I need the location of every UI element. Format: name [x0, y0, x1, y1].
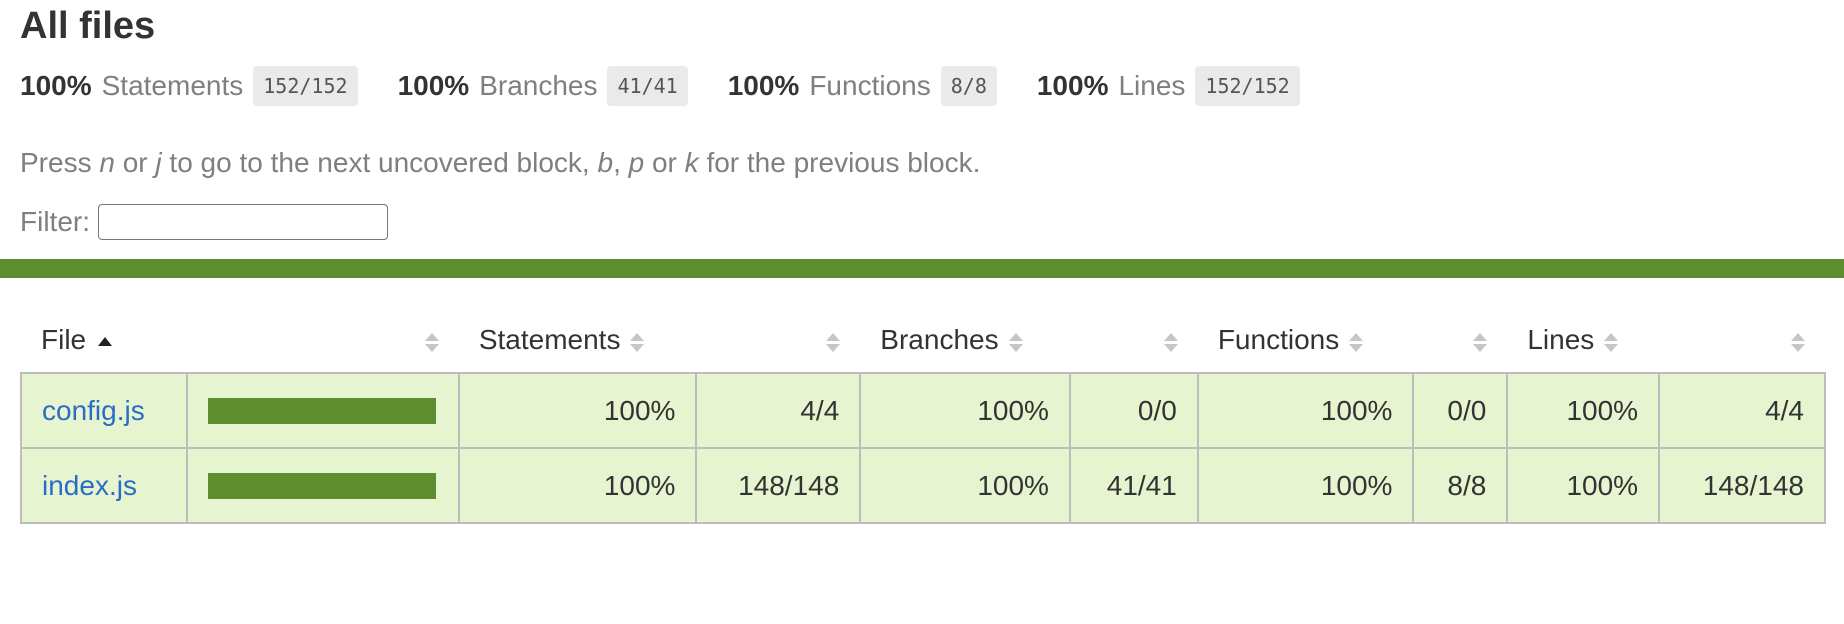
sort-icon	[1163, 331, 1178, 353]
coverage-table: File Statements Branches Functions Lines…	[20, 308, 1826, 524]
col-header-lines-raw[interactable]	[1659, 308, 1825, 373]
filter-row: Filter:	[20, 204, 1824, 240]
lines-pct: 100%	[1506, 372, 1661, 449]
sort-ascending-icon	[98, 337, 113, 347]
summary-statements-fraction: 152/152	[253, 66, 358, 106]
hint-key-n: n	[99, 147, 115, 178]
summary-statements-label: Statements	[101, 70, 244, 101]
summary-statements: 100% Statements 152/152	[20, 66, 358, 106]
sort-icon	[1349, 331, 1364, 353]
hint-text: for the previous block.	[698, 147, 981, 178]
statements-pct: 100%	[457, 447, 698, 524]
sort-icon	[1791, 331, 1805, 353]
branches-fraction: 41/41	[1068, 447, 1199, 524]
file-cell: config.js	[20, 372, 188, 449]
coverage-bar-cell	[185, 447, 460, 524]
keyboard-hint: Press n or j to go to the next uncovered…	[20, 146, 1824, 180]
summary-lines-fraction: 152/152	[1195, 66, 1300, 106]
statements-fraction: 148/148	[695, 447, 862, 524]
col-header-statements-raw[interactable]	[696, 308, 860, 373]
coverage-bar-fill	[207, 397, 436, 424]
sort-icon	[1604, 331, 1619, 353]
filter-input[interactable]	[98, 204, 388, 240]
file-link[interactable]: index.js	[42, 470, 137, 501]
coverage-status-bar	[0, 259, 1844, 278]
filter-label: Filter:	[20, 206, 90, 237]
branches-fraction: 0/0	[1068, 372, 1199, 449]
summary-statements-pct: 100%	[20, 70, 92, 101]
lines-fraction: 148/148	[1658, 447, 1826, 524]
col-header-branches[interactable]: Branches	[860, 308, 1070, 373]
col-header-lines[interactable]: Lines	[1507, 308, 1659, 373]
sort-icon	[424, 331, 439, 353]
col-header-branches-label: Branches	[880, 324, 999, 355]
hint-text: or	[644, 147, 685, 178]
summary-functions: 100% Functions 8/8	[728, 66, 997, 106]
col-header-functions-label: Functions	[1217, 324, 1340, 355]
summary-lines: 100% Lines 152/152	[1037, 66, 1300, 106]
summary-functions-label: Functions	[809, 70, 931, 101]
col-header-branches-raw[interactable]	[1070, 308, 1198, 373]
functions-fraction: 0/0	[1412, 372, 1509, 449]
sort-icon	[630, 331, 645, 353]
page-title: All files	[20, 5, 156, 47]
col-header-file-bar[interactable]	[187, 308, 459, 373]
hint-text: or	[114, 147, 156, 178]
col-header-functions-raw[interactable]	[1413, 308, 1507, 373]
functions-pct: 100%	[1196, 447, 1415, 524]
file-cell: index.js	[20, 447, 188, 524]
col-header-statements-label: Statements	[478, 324, 621, 355]
sort-icon	[1473, 331, 1488, 353]
summary-branches-fraction: 41/41	[607, 66, 688, 106]
summary-branches: 100% Branches 41/41	[398, 66, 688, 106]
functions-fraction: 8/8	[1412, 447, 1509, 524]
summary-functions-pct: 100%	[727, 70, 800, 101]
summary-lines-label: Lines	[1118, 70, 1186, 101]
functions-pct: 100%	[1196, 372, 1415, 449]
sort-icon	[1008, 331, 1023, 353]
sort-icon	[826, 331, 841, 353]
hint-key-k: k	[684, 147, 699, 178]
summary-branches-pct: 100%	[397, 70, 470, 101]
hint-text: Press	[20, 147, 100, 178]
branches-pct: 100%	[859, 372, 1071, 449]
hint-text: ,	[613, 147, 629, 178]
summary-branches-label: Branches	[479, 70, 598, 101]
col-header-lines-label: Lines	[1527, 324, 1595, 355]
statements-pct: 100%	[457, 372, 698, 449]
lines-fraction: 4/4	[1658, 372, 1826, 449]
summary-functions-fraction: 8/8	[940, 66, 997, 106]
branches-pct: 100%	[859, 447, 1071, 524]
hint-key-b: b	[597, 147, 614, 178]
lines-pct: 100%	[1506, 447, 1661, 524]
hint-text: to go to the next uncovered block,	[161, 147, 598, 178]
file-link[interactable]: config.js	[42, 395, 145, 426]
col-header-file[interactable]: File	[21, 308, 187, 373]
coverage-bar	[207, 397, 436, 424]
coverage-bar	[207, 472, 436, 499]
col-header-statements[interactable]: Statements	[459, 308, 697, 373]
table-row: index.js 100% 148/148 100% 41/41 100% 8/…	[20, 447, 1826, 524]
col-header-functions[interactable]: Functions	[1198, 308, 1414, 373]
summary-lines-pct: 100%	[1036, 70, 1109, 101]
coverage-summary: 100% Statements 152/152 100% Branches 41…	[20, 66, 1824, 106]
col-header-file-label: File	[41, 324, 87, 355]
table-row: config.js 100% 4/4 100% 0/0 100% 0/0 100…	[20, 372, 1826, 449]
statements-fraction: 4/4	[695, 372, 862, 449]
coverage-bar-cell	[185, 372, 460, 449]
hint-key-p: p	[628, 147, 645, 178]
coverage-bar-fill	[207, 472, 436, 499]
